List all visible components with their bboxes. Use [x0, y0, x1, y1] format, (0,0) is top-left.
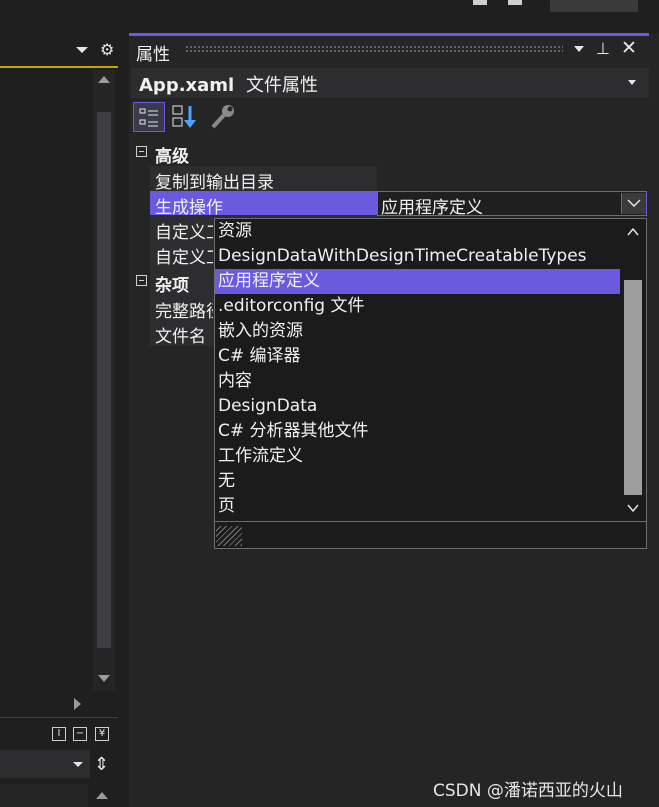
dropdown-option[interactable]: 页 — [215, 494, 620, 519]
mini-button-1[interactable]: I — [52, 727, 66, 741]
dropdown-option[interactable]: 嵌入的资源 — [215, 319, 620, 344]
file-kind: 文件属性 — [245, 75, 318, 96]
left-divider — [0, 717, 118, 718]
scroll-up-icon-bottom[interactable] — [96, 792, 108, 799]
alphabetical-view-button[interactable] — [171, 103, 199, 135]
dropdown-option[interactable]: C# 编译器 — [215, 344, 620, 369]
object-selector-label: App.xaml 文件属性 — [139, 71, 318, 97]
dropdown-option[interactable]: DesignData — [215, 394, 620, 419]
dropdown-scrollbar-thumb[interactable] — [624, 280, 642, 495]
collapse-icon[interactable] — [136, 275, 147, 286]
property-file-name[interactable]: 文件名 — [155, 322, 213, 347]
resize-grip-icon[interactable] — [216, 526, 242, 546]
dropdown-option[interactable]: 资源 — [215, 219, 620, 244]
dropdown-scroll-up-icon[interactable] — [625, 224, 641, 243]
category-misc[interactable]: 杂项 — [155, 271, 189, 296]
property-value-copy-to-output[interactable] — [377, 166, 647, 190]
property-pages-button[interactable] — [209, 103, 237, 135]
dropdown-divider — [215, 521, 646, 522]
left-scrollbar-thumb[interactable] — [97, 112, 111, 648]
category-advanced[interactable]: 高级 — [155, 142, 189, 167]
left-pane-accent-line — [0, 66, 118, 68]
dropdown-arrow-icon[interactable] — [76, 47, 88, 53]
gear-icon[interactable]: ⚙ — [100, 40, 114, 59]
watermark: CSDN @潘诺西亚的火山 — [433, 781, 623, 801]
title-grip — [185, 45, 563, 54]
left-bottom-panel — [0, 784, 88, 807]
categorized-icon — [139, 108, 158, 127]
chevron-down-icon — [627, 199, 641, 208]
dropdown-option[interactable]: DesignDataWithDesignTimeCreatableTypes — [215, 244, 620, 269]
window-button[interactable] — [550, 0, 638, 12]
close-icon[interactable]: ✕ — [621, 37, 637, 59]
maximize-icon[interactable] — [508, 0, 522, 5]
property-build-action[interactable]: 生成操作 — [155, 193, 375, 218]
dropdown-scroll-down-icon[interactable] — [625, 500, 641, 519]
dropdown-option[interactable]: 内容 — [215, 369, 620, 394]
dropdown-option[interactable]: 无 — [215, 469, 620, 494]
scroll-down-icon[interactable] — [98, 675, 110, 682]
sort-alphabetical-icon — [172, 105, 196, 128]
mini-button-2[interactable]: − — [73, 727, 87, 741]
chevron-down-icon[interactable] — [628, 80, 636, 85]
properties-title: 属性 — [136, 45, 170, 65]
build-action-value: 应用程序定义 — [381, 198, 483, 218]
wrench-icon — [211, 105, 234, 129]
dropdown-option[interactable]: .editorconfig 文件 — [215, 294, 620, 319]
property-copy-to-output[interactable]: 复制到输出目录 — [155, 168, 375, 193]
property-custom-tool[interactable]: 自定义工具 — [155, 218, 213, 243]
splitter-icon[interactable]: ⇕ — [94, 754, 109, 775]
pin-icon[interactable]: ⊥ — [596, 39, 610, 58]
combobox-dropdown-button[interactable] — [621, 193, 646, 214]
window-position-icon[interactable] — [574, 46, 584, 52]
dropdown-option[interactable]: C# 分析器其他文件 — [215, 419, 620, 444]
dropdown-option-selected[interactable]: 应用程序定义 — [215, 269, 620, 294]
scroll-right-icon[interactable] — [74, 698, 81, 710]
property-custom-tool-namespace[interactable]: 自定义工具命名空间 — [155, 243, 213, 268]
property-full-path[interactable]: 完整路径 — [155, 297, 213, 322]
minimize-icon[interactable] — [473, 0, 487, 5]
collapse-icon[interactable] — [136, 146, 147, 157]
dropdown-list: 资源 DesignDataWithDesignTimeCreatableType… — [215, 219, 620, 521]
mini-button-3[interactable]: ¥ — [95, 727, 109, 741]
dropdown-option[interactable]: 工作流定义 — [215, 444, 620, 469]
categorized-view-button[interactable] — [133, 102, 165, 132]
file-name: App.xaml — [139, 75, 235, 96]
scroll-up-icon[interactable] — [98, 76, 110, 83]
combo-arrow-icon[interactable] — [73, 762, 83, 767]
